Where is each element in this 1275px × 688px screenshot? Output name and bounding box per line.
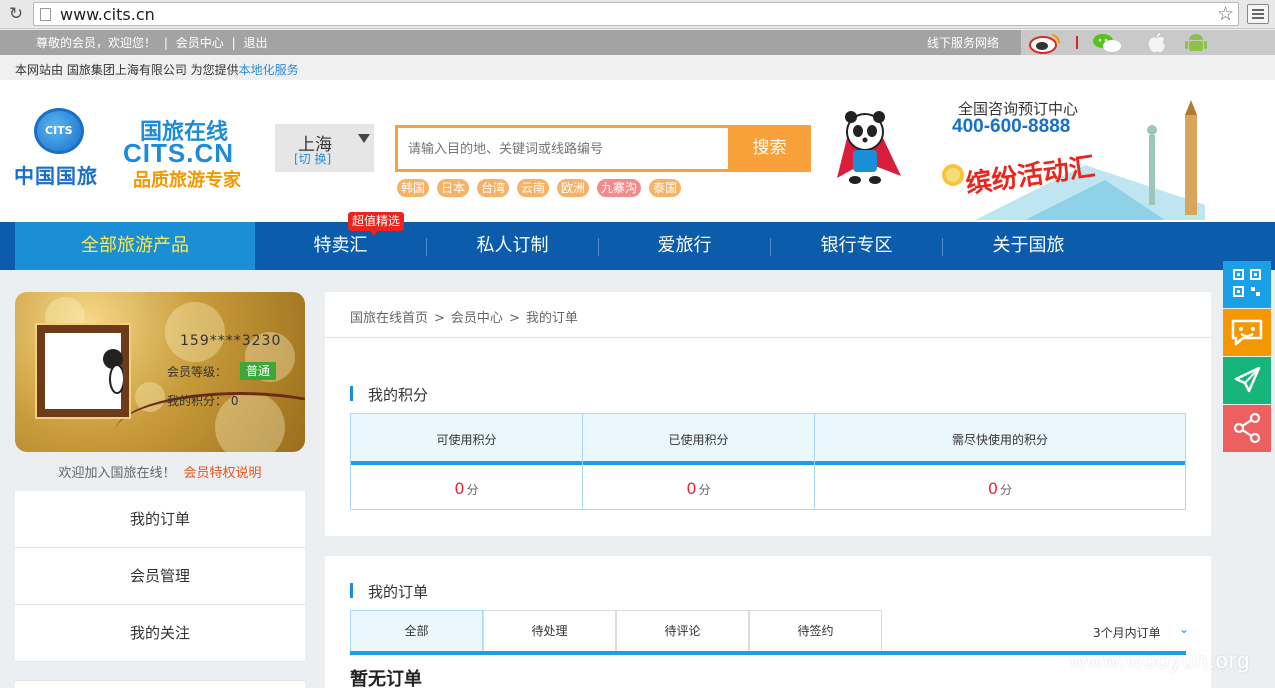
panda-avatar-icon — [103, 349, 123, 394]
avatar[interactable] — [37, 325, 129, 417]
empty-orders-text: 暂无订单 — [350, 669, 422, 688]
city-selector[interactable]: 上海 [切 换] — [275, 124, 374, 172]
nav-love-travel[interactable]: 爱旅行 — [599, 222, 770, 270]
share-button[interactable] — [1223, 405, 1271, 452]
welcome-links: 尊敬的会员，欢迎您！ | 会员中心 | 退出 — [36, 36, 268, 50]
logout-link[interactable]: 退出 — [243, 36, 267, 50]
main-nav: 全部旅游产品 特卖汇 私人订制 爱旅行 银行专区 关于国旅 — [0, 222, 1275, 270]
points-header-used: 已使用积分 — [668, 433, 729, 447]
top-bar: 尊敬的会员，欢迎您！ | 会员中心 | 退出 线下服务网络 — [0, 30, 1275, 55]
tab-all[interactable]: 全部 — [350, 610, 483, 651]
points-panel: 国旅在线首页 > 会员中心 > 我的订单 我的积分 可使用积分 已使用积分 需尽快使用的… — [325, 292, 1211, 536]
nav-private-custom[interactable]: 私人订制 — [427, 222, 598, 270]
nav-about[interactable]: 关于国旅 — [943, 222, 1114, 270]
provider-text: 本网站由 国旅集团上海有限公司 为您提供 — [15, 63, 239, 77]
member-card: 159****3230 会员等级： 普通 我的积分： 0 — [15, 292, 305, 452]
bookmark-star-icon[interactable]: ☆ — [1217, 3, 1234, 25]
hotline-number: 400-600-8888 — [952, 116, 1071, 137]
customer-service-button[interactable] — [1223, 309, 1271, 356]
dropdown-arrow-icon — [358, 134, 370, 143]
page-icon — [40, 8, 51, 21]
breadcrumb: 国旅在线首页 > 会员中心 > 我的订单 — [350, 311, 578, 326]
tag-japan[interactable]: 日本 — [437, 179, 470, 197]
breadcrumb-member-center[interactable]: 会员中心 — [451, 311, 503, 326]
tab-pending[interactable]: 待处理 — [483, 610, 616, 651]
hotline-banner[interactable]: 全国咨询预订中心 400-600-8888 缤纷活动汇 — [935, 95, 1205, 220]
apple-icon[interactable] — [1145, 32, 1169, 54]
points-header-expiring: 需尽快使用的积分 — [951, 433, 1048, 447]
wechat-icon[interactable] — [1091, 32, 1125, 54]
member-level-badge: 普通 — [240, 362, 277, 380]
points-table: 可使用积分 已使用积分 需尽快使用的积分 0分 0分 0分 — [350, 413, 1186, 510]
order-tabs: 全部 待处理 待评论 待签约 — [350, 610, 1186, 655]
search-box: 搜索 — [395, 125, 811, 172]
order-range-select[interactable]: 3个月内订单 ⌄ — [1093, 622, 1189, 641]
qrcode-icon — [1233, 269, 1261, 297]
orders-title: 我的订单 — [350, 581, 428, 602]
chat-icon — [1231, 319, 1263, 346]
tab-to-sign[interactable]: 待签约 — [749, 610, 882, 651]
tag-thailand[interactable]: 泰国 — [649, 179, 682, 197]
side-menu-member-management[interactable]: 会员管理 — [15, 548, 305, 605]
tag-europe[interactable]: 欧洲 — [557, 179, 590, 197]
panda-mascot-icon — [837, 111, 901, 184]
url-text: www.cits.cn — [60, 5, 155, 24]
chevron-down-icon: ⌄ — [1179, 622, 1190, 636]
city-switch-link[interactable]: [切 换] — [294, 150, 331, 167]
weibo-icon[interactable] — [1028, 32, 1062, 54]
offline-network-link[interactable]: 线下服务网络 — [927, 34, 999, 51]
points-value-expiring: 0分 — [987, 479, 1013, 498]
browser-menu-icon[interactable] — [1247, 4, 1269, 24]
tag-yunnan[interactable]: 云南 — [517, 179, 550, 197]
address-bar[interactable]: www.cits.cn ☆ — [33, 2, 1239, 26]
divider — [1076, 36, 1078, 49]
join-line: 欢迎加入国旅在线！ 会员特权说明 — [15, 462, 305, 481]
watermark-text: www.wooyun.org — [1070, 648, 1251, 673]
provider-notice: 本网站由 国旅集团上海有限公司 为您提供本地化服务 — [0, 55, 1275, 80]
breadcrumb-home[interactable]: 国旅在线首页 — [350, 311, 428, 326]
side-menu-next-item — [15, 680, 305, 688]
side-menu-my-follows[interactable]: 我的关注 — [15, 605, 305, 662]
member-privilege-link[interactable]: 会员特权说明 — [184, 466, 262, 481]
search-button[interactable]: 搜索 — [728, 125, 811, 172]
points-value-used: 0分 — [686, 479, 711, 498]
tab-to-review[interactable]: 待评论 — [616, 610, 749, 651]
welcome-text: 尊敬的会员，欢迎您！ — [36, 36, 157, 50]
nav-all-products[interactable]: 全部旅游产品 — [15, 222, 255, 270]
compass-icon — [1234, 366, 1261, 393]
points-header-available: 可使用积分 — [436, 433, 497, 447]
points-title: 我的积分 — [350, 384, 428, 405]
value-pick-badge: 超值精选 — [348, 212, 405, 236]
reload-icon[interactable]: ↻ — [6, 4, 26, 24]
join-text: 欢迎加入国旅在线！ — [58, 466, 176, 481]
nav-bank-zone[interactable]: 银行专区 — [771, 222, 942, 270]
share-icon — [1233, 412, 1261, 444]
site-header: CITS 中国国旅 国旅在线 CITS.CN 品质旅游专家 上海 [切 换] 搜… — [0, 80, 1275, 222]
navigation-button[interactable] — [1223, 357, 1271, 404]
member-points: 我的积分： 0 — [167, 394, 239, 408]
social-icons — [1021, 30, 1275, 55]
side-menu: 我的订单 会员管理 我的关注 — [15, 491, 305, 662]
qrcode-button[interactable] — [1223, 261, 1271, 308]
member-phone: 159****3230 — [180, 333, 282, 349]
tag-taiwan[interactable]: 台湾 — [477, 179, 510, 197]
cits-logo-text[interactable]: 中国国旅 — [14, 160, 98, 189]
tag-korea[interactable]: 韩国 — [397, 179, 430, 197]
cits-globe-logo[interactable]: CITS — [34, 108, 84, 154]
search-input[interactable] — [408, 137, 718, 161]
breadcrumb-my-orders: 我的订单 — [525, 311, 578, 326]
tag-jiuzhaigou[interactable]: 九寨沟 — [597, 179, 642, 197]
local-service-link[interactable]: 本地化服务 — [239, 63, 299, 77]
member-center-link[interactable]: 会员中心 — [176, 36, 224, 50]
member-level-label: 会员等级： — [167, 365, 228, 379]
android-icon[interactable] — [1183, 32, 1209, 54]
points-value-available: 0分 — [454, 479, 479, 498]
browser-toolbar: ↻ www.cits.cn ☆ — [0, 0, 1275, 29]
side-menu-my-orders[interactable]: 我的订单 — [15, 491, 305, 548]
